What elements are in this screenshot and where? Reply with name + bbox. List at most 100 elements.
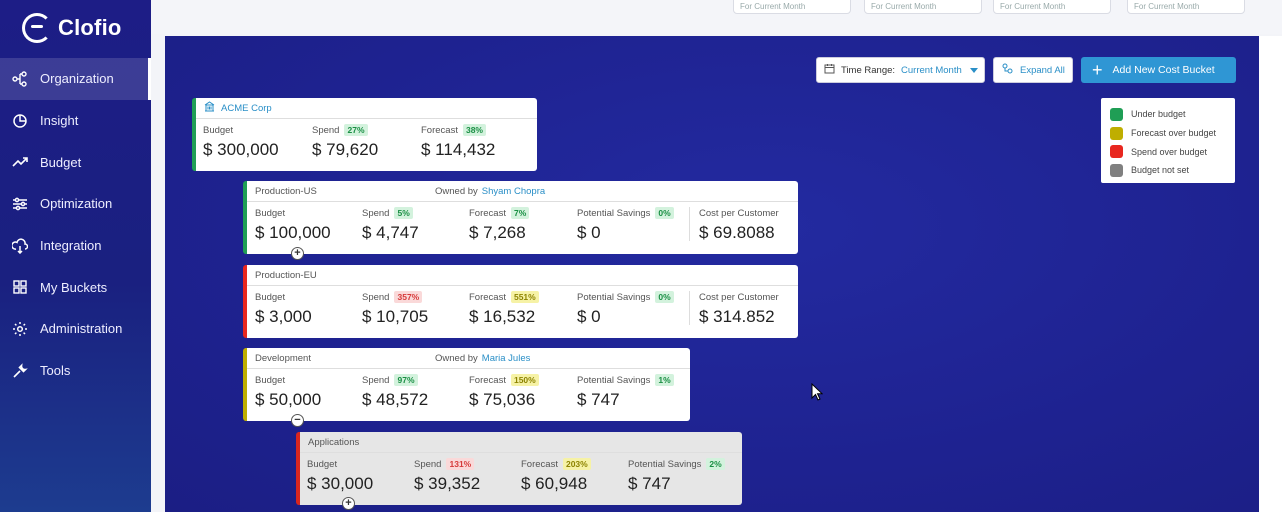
owner-name[interactable]: Shyam Chopra [482, 186, 545, 197]
sidebar-nav: Organization Insight Budget Optimization… [0, 58, 151, 392]
app-name: Clofio [58, 15, 122, 40]
owner-name[interactable]: Maria Jules [482, 353, 531, 364]
metric-potential-savings: Potential Savings 2% $ 747 [628, 457, 725, 494]
chevron-down-icon [970, 68, 978, 73]
sidebar-item-budget[interactable]: Budget [0, 141, 151, 183]
summary-field[interactable]: For Current Month [993, 0, 1111, 14]
sidebar-item-administration[interactable]: Administration [0, 308, 151, 350]
metric-forecast: Forecast 150% $ 75,036 [469, 373, 539, 410]
trend-icon [11, 153, 29, 171]
metric-value: $ 30,000 [307, 474, 374, 493]
legend-label: Forecast over budget [1131, 128, 1217, 139]
metric-value: $ 3,000 [255, 307, 312, 326]
percent-badge: 5% [394, 207, 413, 219]
metric-cost-per-customer: Cost per Customer $ 69.8088 [699, 206, 779, 243]
metric-label: Potential Savings [628, 458, 702, 470]
expand-toggle[interactable]: + [342, 497, 355, 510]
sidebar-item-label: Organization [40, 71, 114, 87]
metric-value: $ 75,036 [469, 390, 536, 409]
metric-label: Potential Savings [577, 291, 651, 303]
buckets-icon [11, 278, 29, 296]
bucket-card-acme-corp[interactable]: ACME Corp Budget $ 300,000 Spend 27% $ 79… [192, 98, 537, 171]
metric-label: Forecast [521, 458, 558, 470]
legend-swatch [1110, 145, 1123, 159]
right-edge [1259, 36, 1282, 512]
expand-toggle[interactable]: + [291, 247, 304, 260]
collapse-toggle[interactable]: − [291, 414, 304, 427]
metric-label-row: Spend 357% [362, 290, 428, 304]
summary-field[interactable]: For Current Month [733, 0, 851, 14]
summary-field[interactable]: For Current Month [864, 0, 982, 14]
legend-swatch [1110, 163, 1123, 177]
metric-spend: Spend 131% $ 39,352 [414, 457, 480, 494]
bucket-card-production-us[interactable]: Production-US Owned by Shyam Chopra Budge… [243, 181, 798, 260]
metric-label: Forecast [469, 291, 506, 303]
sidebar-item-label: Integration [40, 238, 102, 254]
building-icon [204, 101, 215, 115]
bucket-card-production-eu[interactable]: Production-EU Budget $ 3,000 Spend 357% $… [243, 265, 798, 338]
metric-potential-savings: Potential Savings 0% $ 0 [577, 206, 674, 243]
sidebar-item-tools[interactable]: Tools [0, 350, 151, 392]
metric-value: $ 314.852 [699, 307, 775, 326]
bucket-header: Production-US Owned by Shyam Chopra [247, 181, 798, 202]
bucket-owner: Owned by Maria Jules [435, 353, 530, 364]
time-range-value: Current Month [901, 64, 962, 76]
expand-all-button[interactable]: Expand All [993, 57, 1073, 83]
metric-label: Spend [312, 124, 340, 136]
summary-field[interactable]: For Current Month [1127, 0, 1245, 14]
sidebar-item-my-buckets[interactable]: My Buckets [0, 266, 151, 308]
bucket-header: Development Owned by Maria Jules [247, 348, 690, 369]
metric-label: Spend [414, 458, 442, 470]
metric-budget: Budget $ 30,000 [307, 457, 373, 494]
metric-value: $ 0 [577, 307, 601, 326]
divider [689, 291, 690, 325]
bucket-name: Production-EU [255, 269, 317, 281]
metric-label: Spend [362, 207, 390, 219]
metric-label: Potential Savings [577, 207, 651, 219]
sidebar-item-label: Tools [40, 363, 71, 379]
metric-label: Budget [255, 207, 286, 219]
time-range-select[interactable]: Time Range: Current Month [816, 57, 985, 83]
clofio-logo[interactable]: Clofio [22, 10, 122, 46]
sidebar-item-insight[interactable]: Insight [0, 100, 151, 142]
metric-budget: Budget $ 3,000 [255, 290, 312, 327]
metric-label: Spend [362, 374, 390, 386]
time-range-label: Time Range: [841, 64, 896, 76]
metric-value: $ 60,948 [521, 474, 588, 493]
sidebar-item-integration[interactable]: Integration [0, 225, 151, 267]
integration-icon [11, 237, 29, 255]
expand-all-label: Expand All [1020, 64, 1065, 76]
metric-value: $ 0 [577, 223, 601, 242]
metric-budget: Budget $ 50,000 [255, 373, 321, 410]
sliders-icon [11, 195, 29, 213]
metric-label: Cost per Customer [699, 207, 779, 219]
sidebar-item-organization[interactable]: Organization [0, 58, 151, 100]
metric-label-row: Forecast 150% [469, 373, 539, 387]
legend-label: Under budget [1131, 109, 1186, 120]
bucket-name[interactable]: ACME Corp [221, 103, 272, 114]
wrench-icon [11, 362, 29, 380]
bucket-card-applications[interactable]: Applications Budget $ 30,000 Spend 131% $… [296, 432, 742, 510]
sidebar-item-optimization[interactable]: Optimization [0, 183, 151, 225]
metric-forecast: Forecast 203% $ 60,948 [521, 457, 591, 494]
metric-value: $ 69.8088 [699, 223, 775, 242]
metric-forecast: Forecast 551% $ 16,532 [469, 290, 539, 327]
sidebar-item-label: Budget [40, 154, 82, 170]
metric-label: Budget [255, 374, 286, 386]
metric-budget: Budget $ 100,000 [255, 206, 331, 243]
sidebar-item-label: Optimization [40, 196, 113, 212]
metric-spend: Spend 5% $ 4,747 [362, 206, 419, 243]
metric-label-row: Forecast 7% [469, 206, 530, 220]
percent-badge: 38% [462, 124, 486, 136]
bucket-owner: Owned by Shyam Chopra [435, 186, 545, 197]
metric-spend: Spend 27% $ 79,620 [312, 123, 378, 160]
bucket-name: Development [255, 352, 311, 364]
add-cost-bucket-button[interactable]: + Add New Cost Bucket [1081, 57, 1236, 83]
status-legend: Under budget Forecast over budget Spend … [1101, 98, 1235, 183]
metric-label-row: Potential Savings 0% [577, 290, 674, 304]
percent-badge: 203% [562, 458, 591, 470]
bucket-card-development[interactable]: Development Owned by Maria Jules Budget $… [243, 348, 690, 427]
add-cost-bucket-label: Add New Cost Bucket [1112, 64, 1215, 76]
legend-label: Budget not set [1131, 165, 1190, 176]
metric-value: $ 7,268 [469, 223, 526, 242]
